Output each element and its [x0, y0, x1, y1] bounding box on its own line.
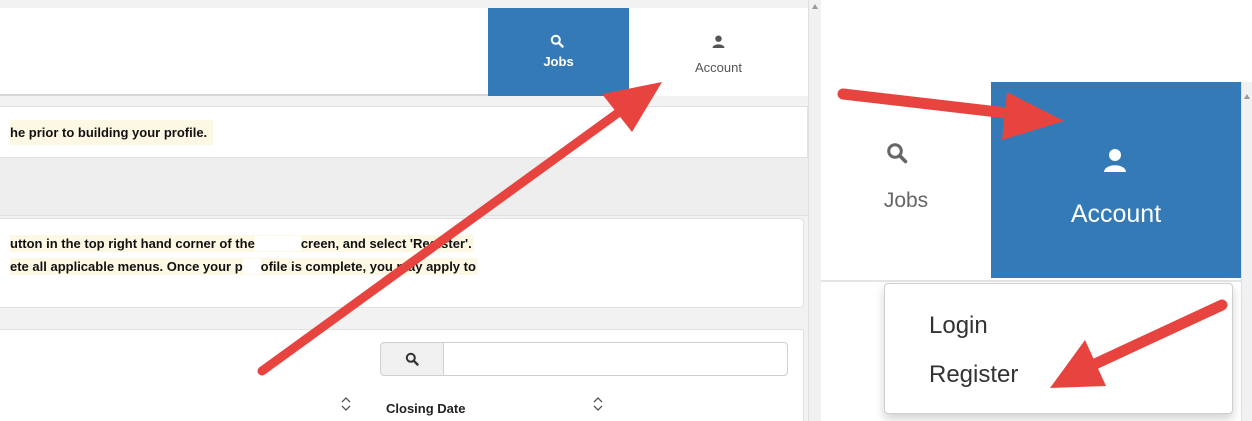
menu-item-register[interactable]: Register: [929, 361, 1018, 389]
instructions-line-1-part-a: utton in the top right hand corner of th…: [10, 236, 255, 251]
account-dropdown-menu: Login Register: [884, 283, 1233, 414]
scroll-up-arrow-icon[interactable]: [1244, 94, 1250, 99]
nav-tab-jobs-label: Jobs: [543, 54, 574, 69]
instructions-line-2-part-a: ete all applicable menus. Once your p: [10, 259, 243, 274]
nav-tab-jobs-label: Jobs: [883, 189, 929, 212]
section-header: [0, 158, 808, 216]
notice-text: he prior to building your profile.: [10, 120, 214, 145]
instructions-panel: utton in the top right hand corner of th…: [0, 218, 804, 308]
search-input[interactable]: [443, 342, 788, 376]
user-icon: [712, 35, 725, 53]
nav-tab-account[interactable]: Account: [629, 8, 808, 96]
instructions-line-1: utton in the top right hand corner of th…: [10, 235, 474, 252]
navbar-border: [821, 280, 1252, 282]
menu-item-login[interactable]: Login: [929, 312, 988, 340]
instructions-line-1-part-b: creen, and select 'Register'.: [300, 236, 472, 251]
nav-tab-account-label: Account: [1070, 200, 1162, 228]
scrollbar[interactable]: [1241, 82, 1252, 421]
jobs-table-panel: Closing Date: [0, 329, 804, 421]
zoomed-navbar-view: Jobs Account Login Register: [821, 0, 1252, 421]
search-icon: [886, 142, 908, 169]
sort-icon[interactable]: [340, 396, 352, 417]
search-button[interactable]: [380, 342, 444, 376]
nav-tab-jobs[interactable]: Jobs: [821, 82, 991, 278]
search-icon: [405, 352, 419, 371]
nav-tab-account-label: Account: [695, 60, 742, 75]
column-header-closing-date[interactable]: Closing Date: [386, 401, 465, 416]
instructions-line-2-part-b: ofile is complete, you may apply to: [260, 259, 476, 274]
search-icon: [550, 34, 564, 53]
user-icon: [1103, 148, 1127, 177]
scroll-up-arrow-icon[interactable]: [812, 4, 818, 9]
scrollbar[interactable]: [808, 0, 821, 421]
sort-icon[interactable]: [592, 396, 604, 417]
nav-tab-jobs[interactable]: Jobs: [488, 8, 629, 96]
instructions-line-2: ete all applicable menus. Once your p of…: [10, 258, 478, 275]
main-page: Jobs Account he prior to building your p…: [0, 0, 812, 421]
nav-tab-account[interactable]: Account: [991, 82, 1241, 278]
notice-panel: he prior to building your profile.: [0, 106, 808, 158]
